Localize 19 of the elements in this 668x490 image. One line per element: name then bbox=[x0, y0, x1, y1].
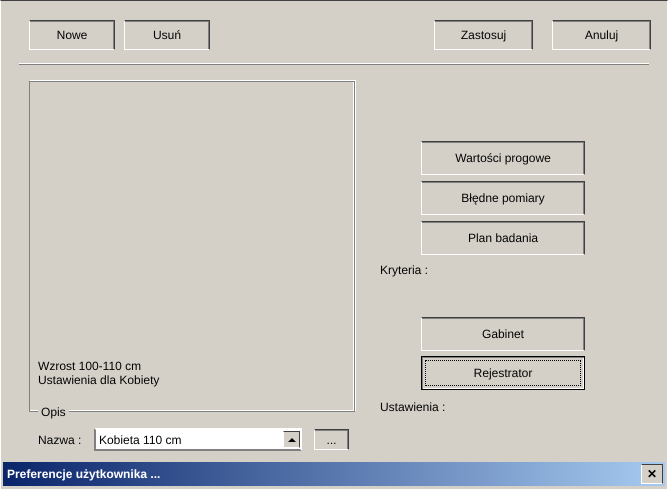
criteria-button[interactable]: Błędne pomiary bbox=[421, 181, 585, 215]
footer-button[interactable]: Nowe bbox=[29, 20, 115, 50]
description-text: Wzrost 100-110 cm bbox=[38, 359, 142, 373]
settings-label: Ustawienia : bbox=[380, 400, 446, 414]
criteria-label: Kryteria : bbox=[380, 263, 430, 277]
settings-button[interactable]: Gabinet bbox=[421, 317, 585, 351]
footer-button[interactable]: Usuń bbox=[124, 20, 210, 50]
footer-button[interactable]: Zastosuj bbox=[434, 20, 533, 50]
group-label: Opis bbox=[38, 405, 69, 419]
name-label: Nazwa : bbox=[38, 432, 82, 446]
description-text: Ustawienia dla Kobiety bbox=[38, 373, 160, 387]
browse-button[interactable]: ... bbox=[314, 429, 349, 450]
footer-button[interactable]: Anuluj bbox=[552, 20, 651, 50]
close-button[interactable]: ✕ bbox=[641, 464, 663, 484]
criteria-button[interactable]: Plan badania bbox=[421, 221, 585, 255]
settings-button[interactable]: Rejestrator bbox=[421, 356, 585, 390]
name-dropdown[interactable]: Kobieta 110 cm bbox=[94, 428, 302, 451]
criteria-button[interactable]: Wartości progowe bbox=[421, 141, 585, 175]
window-title: Preferencje użytkownika ... bbox=[7, 467, 160, 481]
